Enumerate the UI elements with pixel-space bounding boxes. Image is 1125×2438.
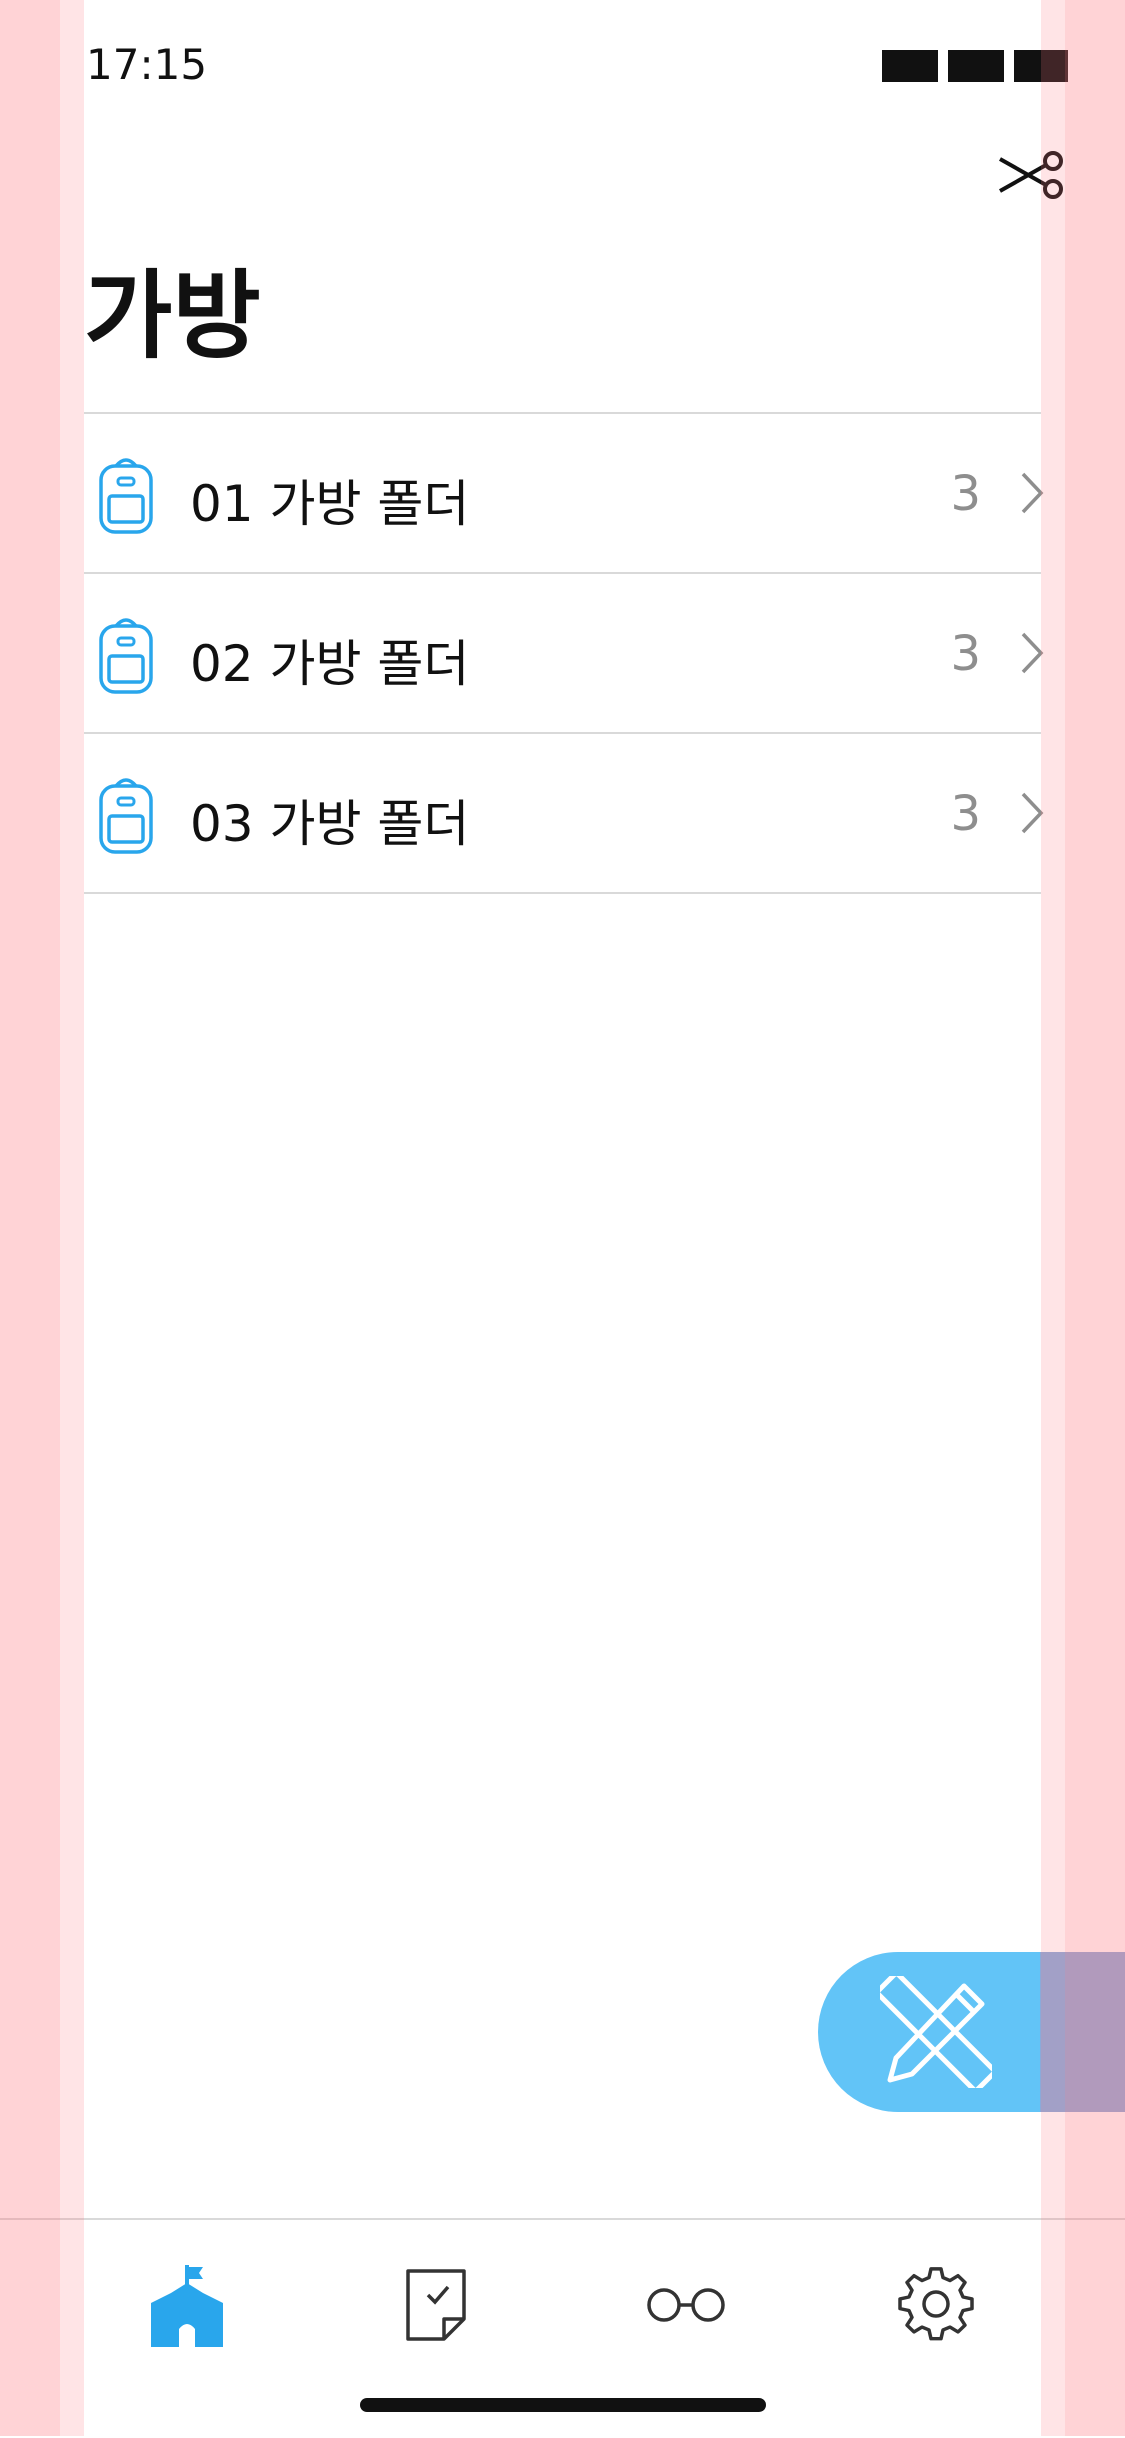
folder-list: 01 가방 폴더 3 02 가방 폴더 3 03 가방 폴더 3 (84, 412, 1044, 894)
folder-row[interactable]: 02 가방 폴더 3 (84, 574, 1044, 734)
left-margin-guide-inner (60, 0, 84, 2436)
fab-guide-overlap (1040, 1952, 1125, 2112)
chevron-right-icon (1021, 792, 1044, 834)
gear-icon (898, 2267, 974, 2341)
battery-icon (1014, 50, 1068, 82)
status-bar: 17:15 (0, 0, 1125, 130)
backpack-icon (99, 778, 153, 854)
page-title: 가방 (84, 260, 261, 372)
status-time: 17:15 (86, 40, 208, 89)
wifi-icon (948, 50, 1004, 82)
tab-notes[interactable] (386, 2250, 486, 2360)
folder-count: 3 (950, 626, 981, 682)
status-icons (882, 50, 1068, 82)
folder-row[interactable]: 01 가방 폴더 3 (84, 414, 1044, 574)
home-indicator (360, 2398, 766, 2412)
checked-note-icon (406, 2269, 466, 2341)
chevron-right-icon (1021, 472, 1044, 514)
left-margin-guide (0, 0, 60, 2436)
scissors-button[interactable] (996, 145, 1066, 205)
folder-count: 3 (950, 786, 981, 842)
backpack-icon (99, 618, 153, 694)
compose-fab-button[interactable] (818, 1952, 1125, 2112)
folder-label: 02 가방 폴더 (190, 635, 470, 693)
chevron-right-icon (1021, 632, 1044, 674)
school-icon (151, 2265, 223, 2347)
folder-count: 3 (950, 466, 981, 522)
tab-settings[interactable] (886, 2250, 986, 2360)
tab-glasses[interactable] (636, 2250, 736, 2360)
tab-home[interactable] (137, 2250, 237, 2360)
signal-icon (882, 50, 938, 82)
pencil-ruler-icon (880, 1976, 992, 2088)
backpack-icon (99, 458, 153, 534)
folder-label: 01 가방 폴더 (190, 475, 470, 533)
glasses-icon (647, 2288, 725, 2322)
folder-row[interactable]: 03 가방 폴더 3 (84, 734, 1044, 894)
folder-label: 03 가방 폴더 (190, 795, 470, 853)
scissors-icon (999, 151, 1063, 199)
